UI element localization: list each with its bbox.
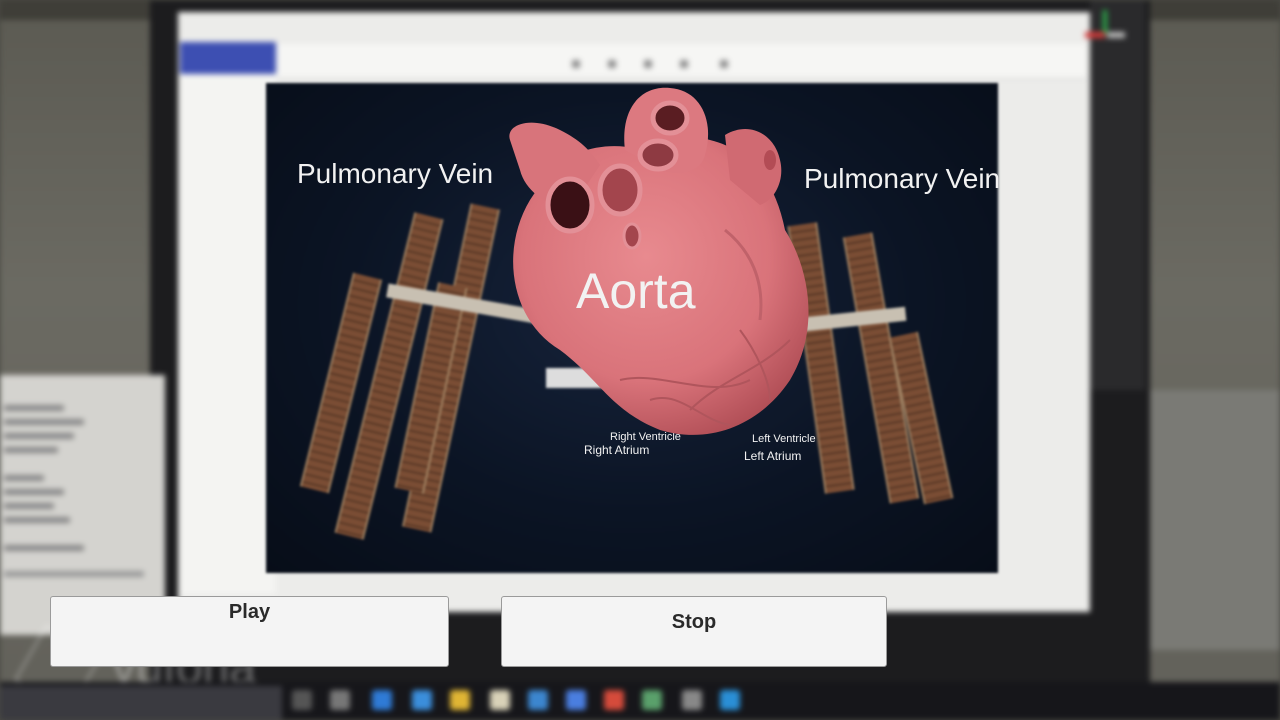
taskbar-icon xyxy=(566,690,586,710)
panel-row xyxy=(4,419,84,425)
taskbar-icon xyxy=(682,690,702,710)
taskbar-icon xyxy=(450,690,470,710)
vessel-opening xyxy=(637,138,679,172)
taskbar-icon xyxy=(720,690,740,710)
toolbar-icon xyxy=(572,60,580,68)
inspector-panel xyxy=(1150,390,1280,650)
panel-row xyxy=(4,475,44,481)
scene-gizmo xyxy=(1085,10,1125,60)
taskbar-icon xyxy=(642,690,662,710)
label-pulmonary-vein-right: Pulmonary Vein xyxy=(804,163,1001,194)
panel-row xyxy=(4,503,54,509)
panel-row xyxy=(4,545,84,551)
vessel-opening xyxy=(622,222,642,250)
panel-row xyxy=(4,571,144,577)
toolbar-icon xyxy=(720,60,728,68)
stop-button[interactable]: Stop xyxy=(501,596,887,667)
panel-row xyxy=(4,433,74,439)
label-pulmonary-vein-left: Pulmonary Vein xyxy=(297,158,494,189)
label-left-atrium: Left Atrium xyxy=(744,449,802,463)
panel-row xyxy=(4,405,64,411)
toolbar-icon xyxy=(680,60,688,68)
taskbar-icon xyxy=(412,690,432,710)
taskbar-icon xyxy=(292,690,312,710)
toolbar-icon xyxy=(608,60,616,68)
editor-sidebar xyxy=(180,74,276,594)
taskbar-icon xyxy=(604,690,624,710)
taskbar-icon xyxy=(528,690,548,710)
play-button[interactable]: Play xyxy=(50,596,449,667)
vessel-opening xyxy=(597,163,643,217)
label-aorta: Aorta xyxy=(576,263,696,319)
vessel-opening xyxy=(545,176,595,234)
vessel-opening xyxy=(650,100,690,136)
vessel-opening xyxy=(764,150,776,170)
panel-row xyxy=(4,489,64,495)
panel-row xyxy=(4,517,70,523)
taskbar-icon xyxy=(330,690,350,710)
editor-toolbar xyxy=(276,44,1086,79)
toolbar-icon xyxy=(644,60,652,68)
taskbar-icon xyxy=(490,690,510,710)
panel-row xyxy=(4,447,58,453)
taskbar-search xyxy=(0,686,282,720)
editor-tab xyxy=(180,42,276,74)
taskbar-icon xyxy=(372,690,392,710)
